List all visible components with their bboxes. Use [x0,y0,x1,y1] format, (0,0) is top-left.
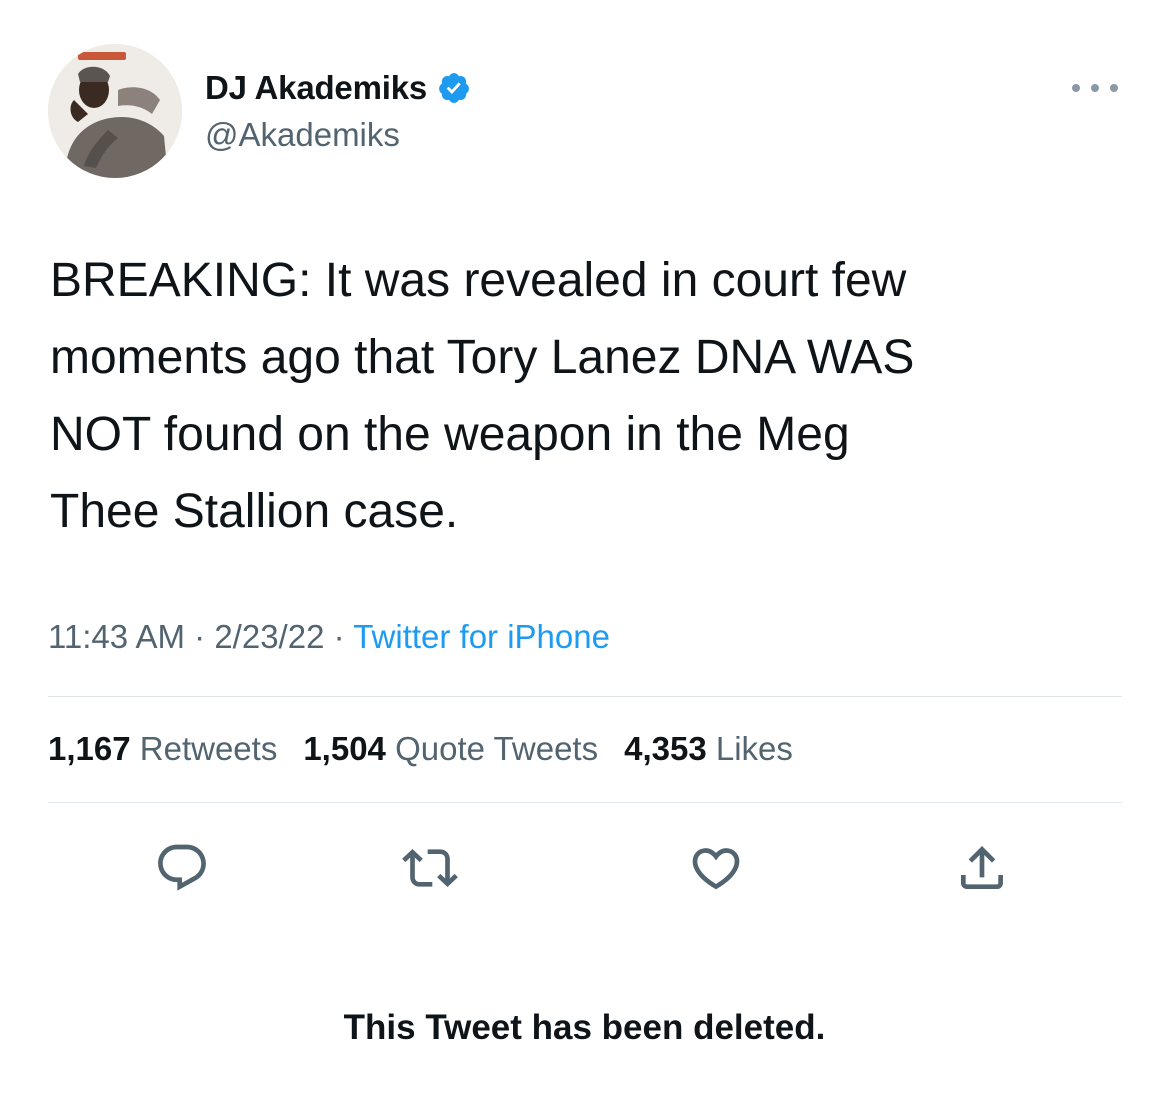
retweets-label: Retweets [139,730,278,767]
verified-badge-icon [437,71,471,105]
meta-separator: · [194,618,206,655]
tweet-meta: 11:43 AM · 2/23/22 · Twitter for iPhone [48,618,610,656]
reply-icon [158,844,206,891]
display-name[interactable]: DJ Akademiks [205,69,427,107]
meta-separator: · [333,618,345,655]
divider [48,696,1122,697]
tweet-time[interactable]: 11:43 AM [48,618,185,655]
more-dot [1110,84,1118,92]
quotes-label: Quote Tweets [395,730,599,767]
tweet-text: BREAKING: It was revealed in court few m… [50,254,915,538]
quote-tweets-stat[interactable]: 1,504 Quote Tweets [303,730,598,768]
author-name-row[interactable]: DJ Akademiks [205,68,471,108]
tweet-source-link[interactable]: Twitter for iPhone [353,618,610,655]
likes-stat[interactable]: 4,353 Likes [624,730,793,768]
more-dot [1072,84,1080,92]
tweet-date[interactable]: 2/23/22 [214,618,324,655]
divider [48,802,1122,803]
tweet-stats: 1,167 Retweets 1,504 Quote Tweets 4,353 … [48,730,793,768]
retweet-icon [402,849,458,887]
likes-count: 4,353 [624,730,707,767]
avatar[interactable] [48,44,182,178]
reply-button[interactable] [152,838,212,898]
tweet-deleted-notice: This Tweet has been deleted. [343,1008,826,1047]
likes-label: Likes [715,730,793,767]
share-icon [961,846,1003,889]
heart-icon [692,848,740,890]
more-dot [1091,84,1099,92]
tweet-action-bar [0,838,1169,898]
like-button[interactable] [686,838,746,898]
retweets-stat[interactable]: 1,167 Retweets [48,730,277,768]
profile-photo-icon [48,44,182,178]
retweet-button[interactable] [400,838,460,898]
retweets-count: 1,167 [48,730,131,767]
user-handle[interactable]: @Akademiks [205,116,400,154]
quotes-count: 1,504 [303,730,386,767]
more-options-icon[interactable] [1072,78,1118,98]
share-button[interactable] [952,838,1012,898]
